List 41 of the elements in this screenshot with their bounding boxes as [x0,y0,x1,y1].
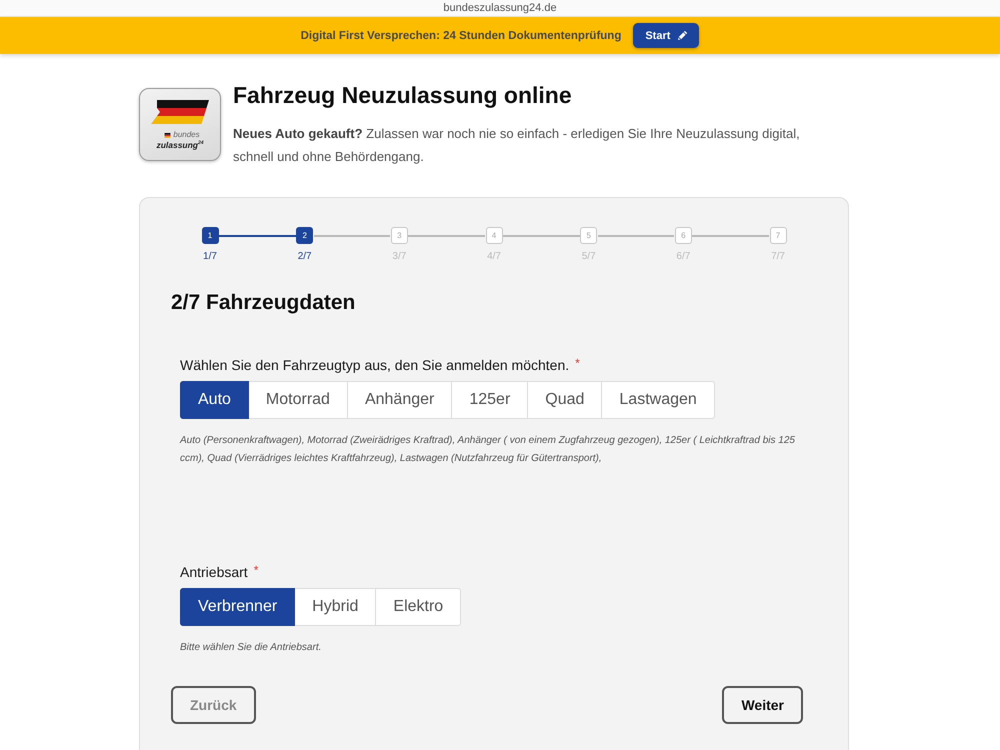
choice-button[interactable]: Quad [527,381,602,419]
choice-button[interactable]: 125er [451,381,528,419]
choice-button[interactable]: Motorrad [248,381,348,419]
section-heading: 2/7 Fahrzeugdaten [171,290,356,316]
page-title: Fahrzeug Neuzulassung online [233,81,573,109]
help-text: Auto (Personenkraftwagen), Motorrad (Zweirädriges Kraftrad), Anhänger ( von einem Zugfahrzeug gezogen), 125er ( Leichtkraftrad bis 125 ccm), Quad (Vierrädriges leichtes Kraftfahrzeug), Lastwagen (Nutzfahrzeug für Gütertransport), [180,434,795,466]
logo-text: zulassung$^{24}$ [156,139,204,150]
start-button[interactable]: Start [633,23,700,48]
choice-button[interactable]: Anhänger [346,381,452,419]
logo-text: bundes [173,131,200,139]
step-number: 6 [674,227,692,244]
step-label: 7/7 [771,251,785,263]
choice-button[interactable]: Lastwagen [601,381,715,419]
choice-button[interactable]: Verbrenner [180,588,296,626]
help-text: Bitte wählen Sie die Antriebsart. [180,641,322,655]
step-label: 4/7 [487,251,501,263]
required-mark: * [254,563,258,577]
choice-button[interactable]: Hybrid [294,588,376,626]
field-label: Wählen Sie den Fahrzeugtyp aus, den Sie anmelden möchten. [180,356,570,374]
step-label: 3/7 [392,251,406,263]
flag-icon [151,100,209,124]
site-address: bundeszulassung24.de [443,2,557,14]
step-label: 6/7 [676,251,690,263]
step-number: 7 [770,227,787,244]
pencil-icon [677,30,688,41]
step-label: 5/7 [582,251,596,263]
step-number: 1 [202,227,218,244]
choice-button[interactable]: Elektro [375,588,462,626]
banner-text: Digital First Versprechen: 24 Stunden Dokumentenprüfung [300,30,622,42]
step-number: 3 [390,227,408,244]
step-number: 4 [486,227,503,244]
choice-button[interactable]: Auto [180,381,249,419]
next-button[interactable]: Weiter [722,686,803,724]
step-number: 5 [580,227,598,244]
field-label: Antriebsart [180,563,248,581]
flag-icon [164,132,172,138]
step-label: 1/7 [203,251,217,263]
required-mark: * [575,356,580,370]
step-label: 2/7 [298,251,312,263]
intro-text: Neues Auto gekauft? Zulassen war noch nie so einfach - erledigen Sie Ihre Neuzulassung digital, schnell und ohne Behördengang. [233,125,801,166]
step-number: 2 [296,227,314,244]
